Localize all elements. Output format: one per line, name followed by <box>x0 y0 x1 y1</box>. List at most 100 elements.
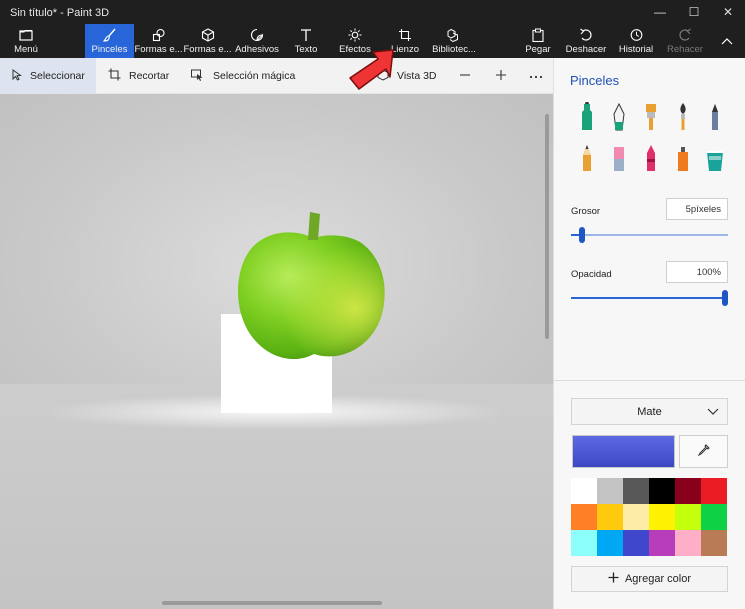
minus-icon <box>459 69 471 84</box>
thickness-label: Grosor <box>571 206 601 217</box>
undo-label: Deshacer <box>565 44 607 55</box>
magic-select-button[interactable]: Selección mágica <box>191 58 295 94</box>
color-swatch[interactable] <box>597 478 623 504</box>
tab-text-label: Texto <box>294 44 318 55</box>
panel-divider <box>554 380 745 381</box>
finish-dropdown[interactable]: Mate <box>571 398 728 425</box>
color-swatch[interactable] <box>675 504 701 530</box>
current-color-swatch[interactable] <box>572 435 675 468</box>
color-swatch[interactable] <box>571 504 597 530</box>
spray-can-icon[interactable] <box>670 142 696 174</box>
tab-library[interactable]: Bibliotec... <box>431 24 477 58</box>
opacity-slider-fill <box>571 297 725 299</box>
history-clock-icon <box>627 27 645 43</box>
color-swatch[interactable] <box>597 504 623 530</box>
opacity-slider-thumb[interactable] <box>722 290 728 306</box>
panel-title: Pinceles <box>570 73 620 88</box>
watercolor-icon[interactable] <box>670 101 696 133</box>
oil-brush-icon[interactable] <box>638 101 664 133</box>
window-title: Sin título* - Paint 3D <box>10 7 110 19</box>
undo-button[interactable]: Deshacer <box>566 24 606 58</box>
finish-value: Mate <box>637 405 662 418</box>
collapse-ribbon-button[interactable] <box>715 24 739 58</box>
menu-label: Menú <box>14 44 38 55</box>
redo-label: Rehacer <box>667 44 703 55</box>
redo-button[interactable]: Rehacer <box>666 24 704 58</box>
pencil-icon[interactable] <box>574 142 600 174</box>
paste-button[interactable]: Pegar <box>523 24 553 58</box>
color-swatch[interactable] <box>675 478 701 504</box>
tab-3d-shapes[interactable]: Formas e... <box>183 24 232 58</box>
color-swatch[interactable] <box>623 504 649 530</box>
thickness-slider[interactable] <box>571 227 728 243</box>
color-palette <box>571 478 729 556</box>
color-swatch[interactable] <box>597 530 623 556</box>
thickness-field[interactable]: 5píxeles <box>666 198 728 220</box>
close-button[interactable]: ✕ <box>711 2 745 22</box>
tool-options-bar: Seleccionar Recortar Selección mágica Vi… <box>0 58 553 94</box>
color-swatch[interactable] <box>571 530 597 556</box>
color-swatch[interactable] <box>701 530 727 556</box>
add-color-button[interactable]: Agregar color <box>571 566 728 592</box>
tab-text[interactable]: Texto <box>287 24 325 58</box>
tab-stickers[interactable]: Adhesivos <box>235 24 279 58</box>
tab-2d-shapes-label: Formas e... <box>134 44 183 55</box>
opacity-slider[interactable] <box>571 290 728 306</box>
drawing-canvas-area[interactable] <box>0 94 553 609</box>
horizontal-scrollbar[interactable] <box>162 601 382 605</box>
tab-brushes[interactable]: Pinceles <box>85 24 134 58</box>
opacity-label: Opacidad <box>571 269 612 280</box>
tab-stickers-label: Adhesivos <box>235 44 279 55</box>
shapes-2d-icon <box>150 27 168 43</box>
zoom-out-button[interactable] <box>459 58 471 94</box>
tab-3d-shapes-label: Formas e... <box>183 44 232 55</box>
marker-icon[interactable] <box>574 101 600 133</box>
color-swatch[interactable] <box>649 478 675 504</box>
vertical-scrollbar[interactable] <box>545 114 549 339</box>
more-options-button[interactable] <box>529 58 543 94</box>
select-button[interactable]: Seleccionar <box>0 58 96 94</box>
green-apple-object[interactable] <box>228 212 388 372</box>
color-swatch[interactable] <box>675 530 701 556</box>
cursor-icon <box>12 68 22 84</box>
minimize-button[interactable]: — <box>643 2 677 22</box>
brushes-side-panel: Pinceles Grosor 5píxeles Opacidad 100% M… <box>553 58 745 609</box>
zoom-in-button[interactable] <box>495 58 507 94</box>
red-pointer-arrow-annotation <box>349 49 394 90</box>
eraser-icon[interactable] <box>606 142 632 174</box>
eyedropper-button[interactable] <box>679 435 728 468</box>
color-swatch[interactable] <box>571 478 597 504</box>
canvas-crop-icon <box>396 27 414 43</box>
tab-library-label: Bibliotec... <box>432 44 476 55</box>
add-color-label: Agregar color <box>624 573 692 585</box>
more-dots-icon <box>529 70 543 82</box>
opacity-field[interactable]: 100% <box>666 261 728 283</box>
color-swatch[interactable] <box>623 530 649 556</box>
menu-button[interactable]: Menú <box>6 24 46 58</box>
crop-button[interactable]: Recortar <box>108 58 169 94</box>
brush-icon <box>101 27 119 43</box>
crayon-icon[interactable] <box>638 142 664 174</box>
tab-brushes-label: Pinceles <box>91 44 128 55</box>
eyedropper-icon <box>697 443 711 460</box>
tab-2d-shapes[interactable]: Formas e... <box>134 24 183 58</box>
cube-icon <box>199 27 217 43</box>
pixel-pen-icon[interactable] <box>702 101 728 133</box>
color-swatch[interactable] <box>649 530 675 556</box>
color-swatch[interactable] <box>649 504 675 530</box>
color-swatch[interactable] <box>623 478 649 504</box>
calligraphy-pen-icon[interactable] <box>606 101 632 133</box>
color-swatch[interactable] <box>701 478 727 504</box>
color-swatch[interactable] <box>701 504 727 530</box>
select-label: Seleccionar <box>30 70 85 82</box>
sticker-icon <box>248 27 266 43</box>
sun-icon <box>346 27 364 43</box>
chevron-down-icon <box>707 405 719 420</box>
maximize-button[interactable]: ☐ <box>677 2 711 22</box>
history-button[interactable]: Historial <box>617 24 655 58</box>
crop-icon <box>108 68 121 84</box>
fill-bucket-icon[interactable] <box>702 142 728 174</box>
thickness-slider-thumb[interactable] <box>579 227 585 243</box>
undo-icon <box>577 27 595 43</box>
magic-select-icon <box>191 69 205 84</box>
